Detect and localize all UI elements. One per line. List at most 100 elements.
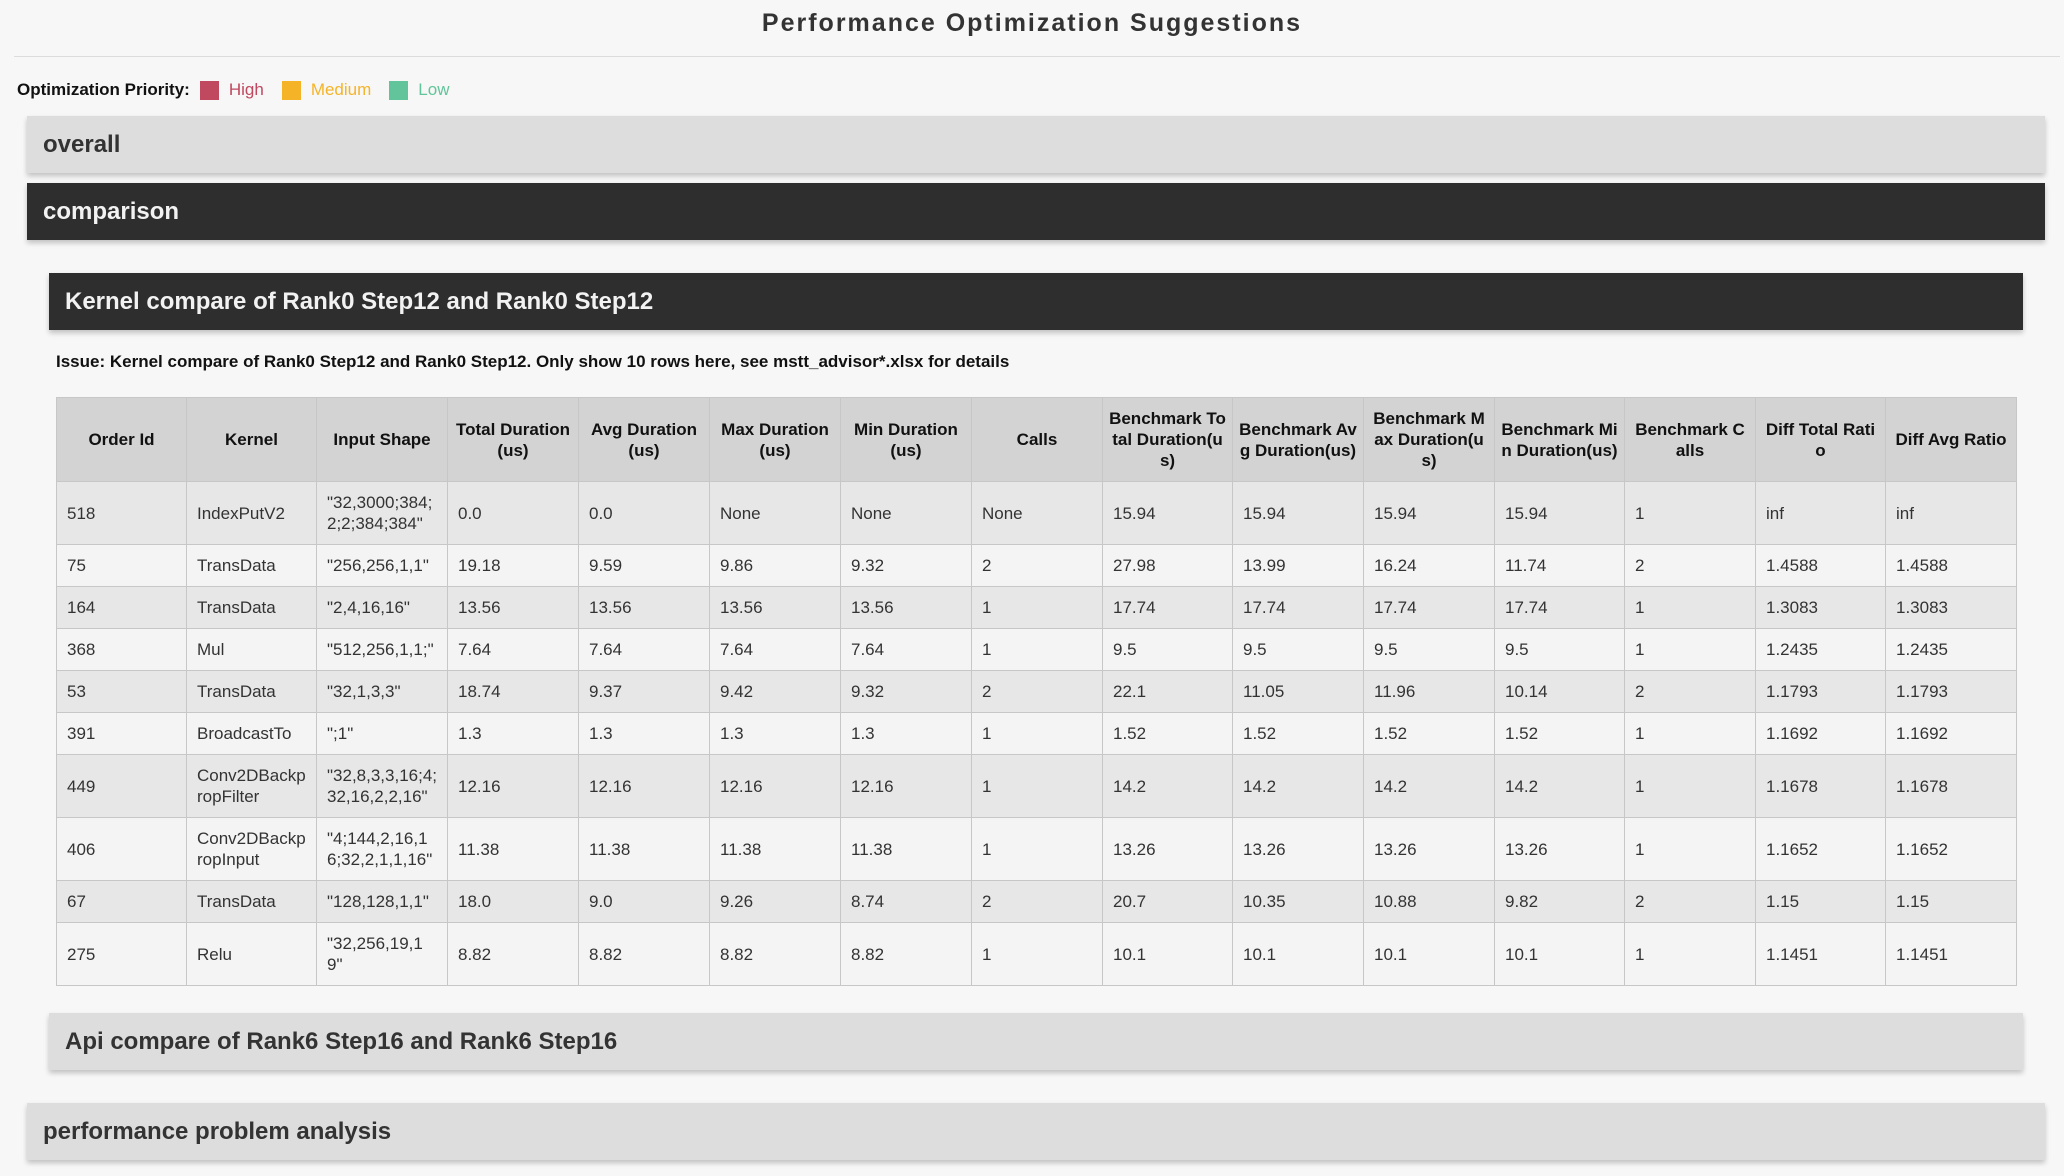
section-kernel-compare[interactable]: Kernel compare of Rank0 Step12 and Rank0… [49,273,2023,330]
table-cell: 9.5 [1102,628,1233,671]
table-cell: 10.1 [1494,922,1625,986]
table-cell: 15.94 [1232,481,1364,545]
table-cell: 10.35 [1232,880,1364,923]
table-cell: 14.2 [1494,754,1625,818]
table-row: 368 Mul "512,256,1,1;" 7.64 7.64 7.64 7.64 1 9.5… [56,628,2017,671]
table-cell: 13.99 [1232,544,1364,587]
table-cell: 1.1652 [1755,817,1886,881]
section-api-compare[interactable]: Api compare of Rank6 Step16 and Rank6 St… [49,1013,2023,1070]
table-cell: 17.74 [1494,586,1625,629]
table-cell: "2,4,16,16" [316,586,448,629]
table-cell: "128,128,1,1" [316,880,448,923]
table-cell: 9.86 [709,544,841,587]
section-performance-problem-analysis-title: performance problem analysis [43,1117,392,1145]
table-cell: Relu [186,922,317,986]
table-cell: 1.3083 [1885,586,2017,629]
table-cell: TransData [186,586,317,629]
section-overall[interactable]: overall [27,116,2045,173]
section-comparison[interactable]: comparison [27,183,2045,240]
table-row: 164 TransData "2,4,16,16" 13.56 13.56 13.56 13… [56,586,2017,629]
legend-low-label: Low [418,80,450,99]
table-cell: 7.64 [840,628,972,671]
table-cell: 9.37 [578,670,710,713]
table-cell: 13.26 [1494,817,1625,881]
table-cell: "32,3000;384;2;2;384;384" [316,481,448,545]
table-row: 275 Relu "32,256,19,19" 8.82 8.82 8.82 8.82 1 10… [56,922,2017,986]
section-api-compare-title: Api compare of Rank6 Step16 and Rank6 St… [65,1027,618,1055]
table-cell: 164 [56,586,187,629]
table-cell: None [709,481,841,545]
table-cell: 518 [56,481,187,545]
table-cell: Conv2DBackpropInput [186,817,317,881]
section-comparison-title: comparison [43,197,180,225]
table-cell: 1.52 [1494,712,1625,755]
table-cell: 1.15 [1885,880,2017,923]
table-cell: 10.1 [1102,922,1233,986]
column-header: Avg Duration(us) [578,397,710,482]
table-cell: BroadcastTo [186,712,317,755]
table-cell: 1 [1624,628,1756,671]
table-cell: 1 [971,754,1103,818]
table-cell: 1 [1624,922,1756,986]
column-header: Total Duration(us) [447,397,579,482]
table-cell: 9.42 [709,670,841,713]
table-row: 518 IndexPutV2 "32,3000;384;2;2;384;384" 0.… [56,481,2017,545]
table-cell: 1.1652 [1885,817,2017,881]
table-cell: 13.26 [1363,817,1495,881]
table-cell: 11.38 [447,817,579,881]
table-cell: 11.96 [1363,670,1495,713]
table-cell: 10.14 [1494,670,1625,713]
table-cell: 12.16 [578,754,710,818]
table-cell: 1.3 [709,712,841,755]
table-cell: "32,1,3,3" [316,670,448,713]
table-cell: 1.52 [1363,712,1495,755]
table-cell: 2 [971,880,1103,923]
table-cell: 1 [1624,817,1756,881]
table-cell: 1.52 [1102,712,1233,755]
column-header: Kernel [186,397,317,482]
table-cell: 406 [56,817,187,881]
legend-medium-label: Medium [310,80,372,99]
table-cell: 1 [1624,712,1756,755]
table-cell: 1.1793 [1885,670,2017,713]
table-cell: 9.26 [709,880,841,923]
table-cell: 1.1678 [1885,754,2017,818]
table-cell: 14.2 [1363,754,1495,818]
table-cell: 13.56 [840,586,972,629]
kernel-compare-table: Order Id Kernel Input Shape Total Durati… [56,397,2017,986]
table-row: 53 TransData "32,1,3,3" 18.74 9.37 9.42 9.32 2 2… [56,670,2017,713]
table-cell: 1 [971,586,1103,629]
table-body: 518 IndexPutV2 "32,3000;384;2;2;384;384" 0.… [56,481,2017,986]
issue-text: Issue: Kernel compare of Rank0 Step12 an… [56,352,1010,371]
table-cell: 10.1 [1232,922,1364,986]
table-cell: "32,8,3,3,16;4;32,16,2,2,16" [316,754,448,818]
table-cell: 1.4588 [1885,544,2017,587]
table-cell: 1.3083 [1755,586,1886,629]
table-cell: 18.0 [447,880,579,923]
column-header: Diff Avg Ratio [1885,397,2017,482]
priority-legend: Optimization Priority: High Medium Low [17,78,463,102]
table-cell: 13.56 [578,586,710,629]
table-cell: 22.1 [1102,670,1233,713]
table-cell: 1 [1624,754,1756,818]
table-cell: "4;144,2,16,16;32,2,1,1,16" [316,817,448,881]
table-cell: 0.0 [578,481,710,545]
table-cell: 9.5 [1232,628,1364,671]
table-cell: 8.82 [840,922,972,986]
title-divider [14,56,2060,57]
table-cell: 1.1692 [1755,712,1886,755]
table-cell: 12.16 [447,754,579,818]
column-header: Calls [971,397,1103,482]
table-cell: 7.64 [578,628,710,671]
table-cell: 9.5 [1363,628,1495,671]
table-cell: 0.0 [447,481,579,545]
table-cell: 275 [56,922,187,986]
column-header: Benchmark Avg Duration(us) [1232,397,1364,482]
table-cell: 8.82 [578,922,710,986]
section-performance-problem-analysis[interactable]: performance problem analysis [27,1103,2045,1160]
table-cell: 1.1451 [1885,922,2017,986]
table-cell: 9.82 [1494,880,1625,923]
high-priority-swatch [199,80,219,100]
table-cell: 368 [56,628,187,671]
table-cell: inf [1755,481,1886,545]
